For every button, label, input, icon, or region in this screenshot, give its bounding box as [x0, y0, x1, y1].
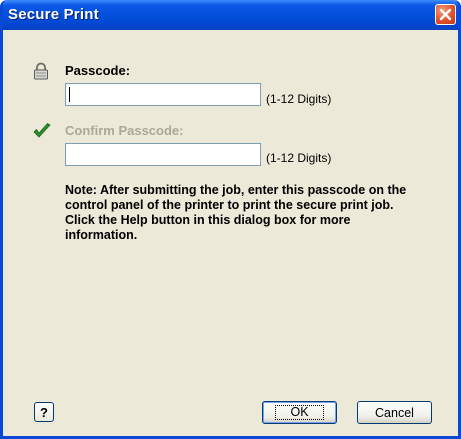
- lock-icon: [34, 62, 48, 80]
- cancel-button[interactable]: Cancel: [357, 401, 432, 424]
- ok-button-label: OK: [275, 405, 324, 420]
- dialog-title: Secure Print: [8, 6, 99, 23]
- help-button[interactable]: ?: [34, 402, 54, 422]
- passcode-input[interactable]: [65, 83, 261, 106]
- confirm-passcode-hint: (1-12 Digits): [266, 151, 332, 165]
- confirm-passcode-input[interactable]: [65, 143, 261, 166]
- close-icon: [439, 8, 452, 21]
- text-caret: [69, 87, 70, 102]
- title-bar[interactable]: Secure Print: [3, 0, 458, 30]
- close-button[interactable]: [435, 4, 456, 25]
- passcode-hint: (1-12 Digits): [266, 92, 332, 106]
- passcode-label: Passcode:: [65, 63, 131, 78]
- confirm-passcode-label: Confirm Passcode:: [65, 123, 184, 138]
- note-text: Note: After submitting the job, enter th…: [65, 183, 407, 242]
- checkmark-icon: [33, 122, 51, 138]
- ok-button[interactable]: OK: [262, 401, 337, 424]
- secure-print-dialog: Secure Print Passcode: (1-12 Digits) Con…: [0, 0, 461, 439]
